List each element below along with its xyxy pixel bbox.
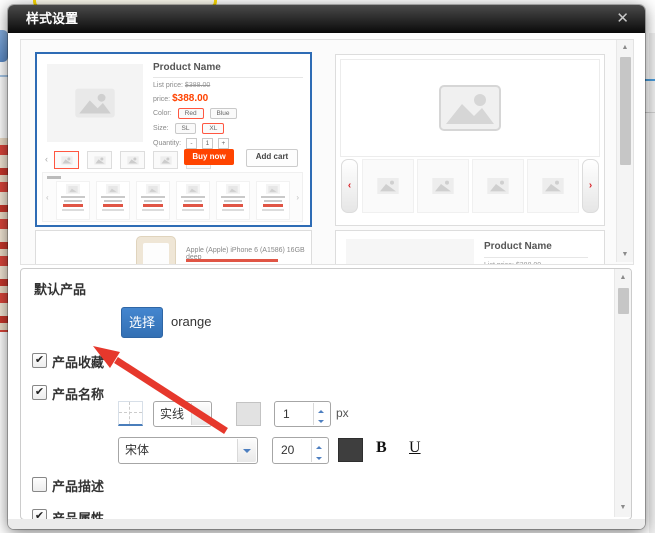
- preview-list-price: List price: $388.00: [484, 262, 541, 265]
- add-cart-button: Add cart: [246, 149, 298, 167]
- template-preview-panel: Product Name List price: $388.00 price: …: [20, 39, 634, 265]
- spinner-down-icon[interactable]: [314, 414, 329, 425]
- scrollbar-thumb[interactable]: [620, 57, 631, 165]
- chevron-down-icon[interactable]: [191, 403, 210, 425]
- checkbox-label-product-favorite[interactable]: 产品收藏: [52, 352, 104, 371]
- qty-minus: -: [186, 138, 197, 149]
- spinner-up-icon[interactable]: [314, 403, 329, 414]
- form-scrollbar[interactable]: ▲ ▼: [614, 269, 631, 517]
- checkbox-product-name[interactable]: ✔: [32, 385, 47, 400]
- scroll-down-icon[interactable]: ▼: [617, 251, 633, 258]
- checkbox-label-product-description[interactable]: 产品描述: [52, 476, 104, 495]
- background-page-right: [649, 33, 655, 533]
- size-option-sl: SL: [175, 123, 197, 134]
- size-option-xl: XL: [202, 123, 224, 134]
- qty-value: 1: [202, 138, 213, 149]
- font-size-spinner[interactable]: 20: [272, 437, 329, 464]
- related-item: [256, 181, 290, 220]
- preview-scrollbar[interactable]: ▲ ▼: [616, 40, 633, 262]
- thumbnail: [153, 151, 178, 169]
- preview-product-name: Product Name: [484, 241, 588, 258]
- spinner-up-icon[interactable]: [312, 439, 327, 451]
- carousel-next-button: ›: [582, 159, 599, 213]
- border-width-spinner[interactable]: 1: [274, 401, 331, 427]
- thumbnail: [417, 159, 469, 213]
- related-item: [216, 181, 250, 220]
- dialog-footer: [8, 519, 645, 529]
- bold-button[interactable]: B: [376, 439, 387, 457]
- scroll-up-icon[interactable]: ▲: [615, 274, 631, 281]
- related-products-strip: ‹ ›: [42, 172, 303, 222]
- image-placeholder-icon: [340, 59, 600, 157]
- image-placeholder: [346, 239, 474, 265]
- style-settings-dialog: 样式设置 ✕ Product Name List price: $388.00 …: [8, 5, 645, 529]
- close-icon[interactable]: ✕: [616, 5, 629, 33]
- preview-quantity-row: Quantity: - 1 +: [153, 138, 303, 149]
- image-placeholder-icon: [47, 64, 143, 142]
- selected-product-value: orange: [171, 314, 211, 329]
- underline-button[interactable]: U: [409, 439, 421, 457]
- thumbnail: [527, 159, 579, 213]
- related-item: [96, 181, 130, 220]
- preview-list-price: List price: $388.00: [153, 82, 303, 89]
- background-divider: [0, 75, 8, 77]
- settings-form-panel: 默认产品 选择 orange ✔ 产品收藏 ✔ 产品名称 实线 1 px: [20, 268, 632, 520]
- dialog-titlebar: 样式设置 ✕: [8, 5, 645, 33]
- carousel-prev-button: ‹: [341, 159, 358, 213]
- color-option-red: Red: [178, 108, 204, 119]
- detail-info-column: Product Name List price: $388.00 price: …: [153, 62, 303, 149]
- skeleton-text: [47, 176, 61, 179]
- border-style-dropdown[interactable]: 实线: [153, 401, 212, 427]
- chevron-left-icon: ‹: [46, 193, 49, 202]
- template-card-detail2[interactable]: Product Name List price: $388.00: [335, 230, 605, 265]
- background-gray-line: [645, 112, 655, 113]
- thumbnail: [54, 151, 79, 169]
- chevron-right-icon: ›: [296, 193, 299, 202]
- qty-plus: +: [218, 138, 229, 149]
- select-product-button[interactable]: 选择: [121, 307, 163, 338]
- spinner-down-icon[interactable]: [312, 451, 327, 463]
- chevron-left-icon: ‹: [45, 154, 48, 164]
- background-blue-tab: [0, 30, 8, 62]
- buy-now-button: Buy now: [184, 149, 234, 165]
- color-option-blue: Blue: [210, 108, 237, 119]
- border-position-picker[interactable]: [118, 401, 143, 426]
- font-family-dropdown[interactable]: 宋体: [118, 437, 258, 464]
- thumbnail: [472, 159, 524, 213]
- preview-price: price: $388.00: [153, 93, 303, 104]
- dialog-title: 样式设置: [26, 5, 78, 33]
- preview-color-row: Color: Red Blue: [153, 108, 303, 119]
- preview-size-row: Size: SL XL: [153, 123, 303, 134]
- thumbnail: [362, 159, 414, 213]
- related-item: [176, 181, 210, 220]
- px-unit-label: px: [336, 406, 349, 420]
- checkbox-product-favorite[interactable]: ✔: [32, 353, 47, 368]
- scroll-up-icon[interactable]: ▲: [617, 44, 633, 51]
- related-item: [56, 181, 90, 220]
- template-card-gallery[interactable]: ‹ ›: [335, 54, 605, 226]
- template-card-list[interactable]: Apple (Apple) iPhone 6 (A1586) 16GB deep: [35, 230, 312, 265]
- background-blue-line: [645, 79, 655, 81]
- checkbox-product-description[interactable]: [32, 477, 47, 492]
- scrollbar-thumb[interactable]: [618, 288, 629, 314]
- checkbox-label-product-name[interactable]: 产品名称: [52, 384, 104, 403]
- chevron-down-icon[interactable]: [237, 439, 256, 462]
- font-color-swatch[interactable]: [338, 438, 363, 462]
- template-card-detail-selected[interactable]: Product Name List price: $388.00 price: …: [35, 52, 312, 227]
- thumbnail: [87, 151, 112, 169]
- product-photo: [136, 236, 176, 265]
- related-item: [136, 181, 170, 220]
- page: 样式设置 ✕ Product Name List price: $388.00 …: [0, 0, 655, 533]
- skeleton-text: [186, 259, 278, 262]
- preview-product-name: Product Name: [153, 62, 303, 78]
- scroll-down-icon[interactable]: ▼: [615, 504, 631, 511]
- border-color-swatch[interactable]: [236, 402, 261, 426]
- default-product-label: 默认产品: [34, 279, 86, 298]
- thumbnail: [120, 151, 145, 169]
